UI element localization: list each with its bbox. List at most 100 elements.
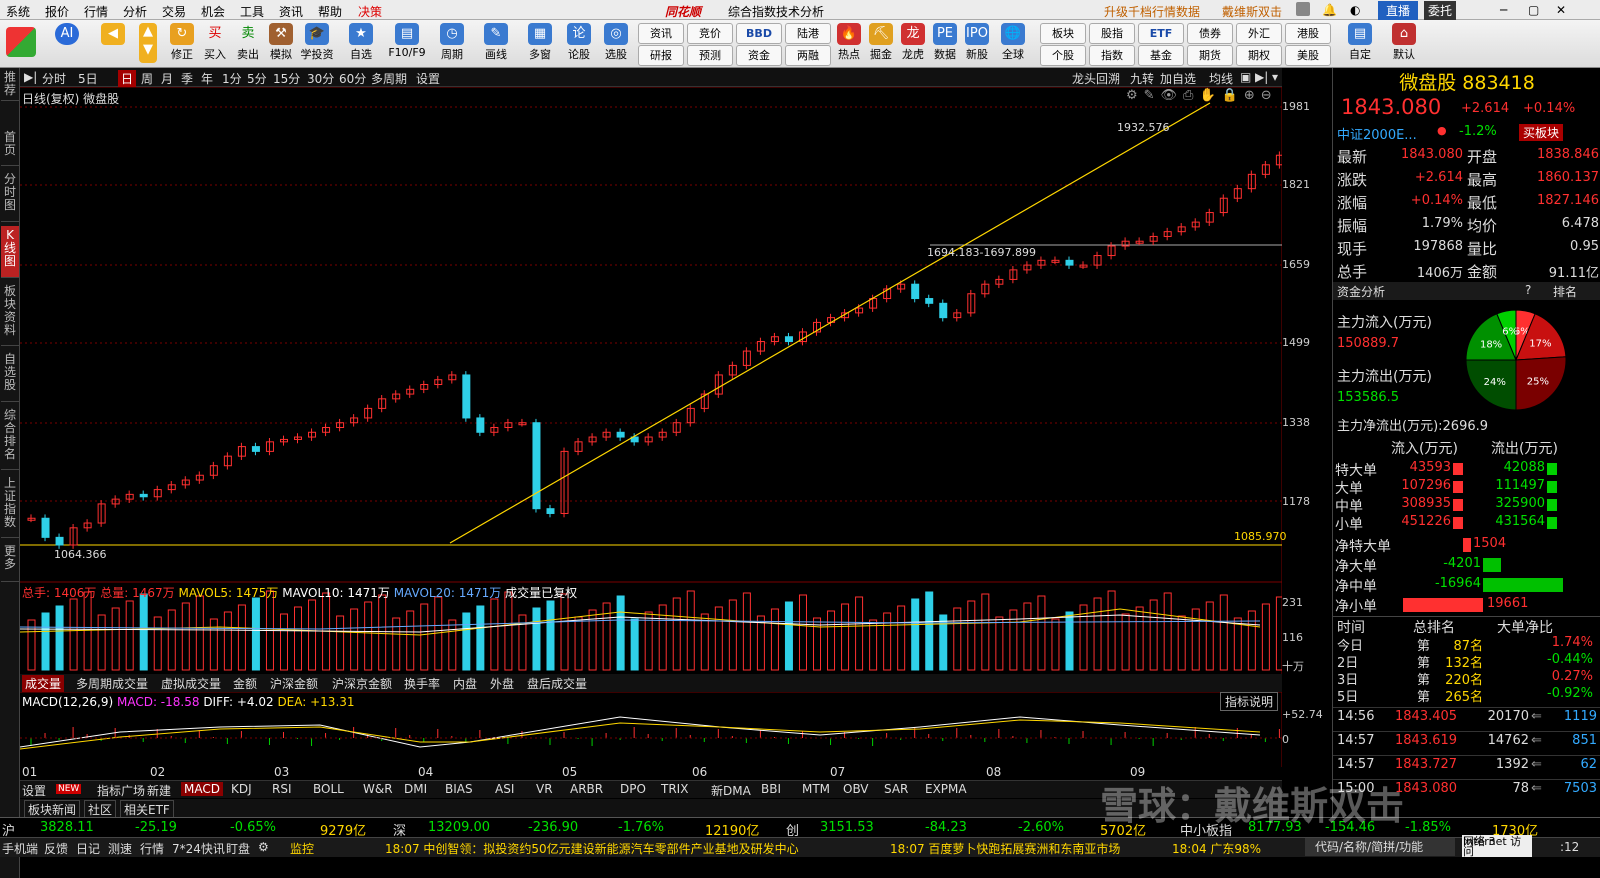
ind-tab-3[interactable]: 新建 <box>147 782 171 799</box>
close-icon[interactable]: ✕ <box>1556 3 1566 17</box>
period-settings[interactable]: 设置 <box>416 70 440 87</box>
menu-market[interactable]: 行情 <box>84 3 108 20</box>
ind-tab-14[interactable]: DPO <box>620 782 646 796</box>
market-link[interactable]: 行情 <box>140 840 164 857</box>
diary-link[interactable]: 日记 <box>76 840 100 857</box>
add-watch-button[interactable]: 加自选 <box>1160 70 1196 87</box>
kline-chart[interactable] <box>20 87 1282 767</box>
ind-tab-6[interactable]: RSI <box>272 782 292 796</box>
watchlist-button[interactable]: ★ 自选 <box>341 21 381 67</box>
stock-button[interactable]: 个股 <box>1040 45 1086 66</box>
period-week[interactable]: 周 <box>141 70 153 87</box>
minimize-icon[interactable]: ─ <box>1500 3 1507 17</box>
upgrade-link[interactable]: 升级千档行情数据 <box>1104 3 1200 20</box>
ind-tab-20[interactable]: SAR <box>884 782 908 796</box>
bbd-button[interactable]: BBD <box>736 23 782 44</box>
subtab-hsj-amount[interactable]: 沪深京金额 <box>332 675 392 692</box>
ind-tab-19[interactable]: OBV <box>843 782 869 796</box>
us-stock-button[interactable]: 美股 <box>1285 45 1331 66</box>
fund-help-icon[interactable]: ? <box>1525 283 1531 297</box>
period-button[interactable]: ◷ 周期 <box>432 21 472 67</box>
flash-news-link[interactable]: 7*24快讯 <box>172 840 225 857</box>
subtab-outer[interactable]: 外盘 <box>490 675 514 692</box>
hk-connect-button[interactable]: 陆港 <box>785 23 831 44</box>
ind-tab-15[interactable]: TRIX <box>661 782 688 796</box>
indicator-help-button[interactable]: 指标说明 <box>1220 692 1279 711</box>
maximize-icon[interactable]: ▢ <box>1528 3 1539 17</box>
period-season[interactable]: 季 <box>181 70 193 87</box>
ai-icon[interactable]: AI <box>50 21 84 67</box>
back-icon[interactable]: ◀ <box>96 21 130 67</box>
learn-button[interactable]: 🎓 学投资 <box>297 21 337 67</box>
fund-rank-link[interactable]: 排名 <box>1553 283 1577 300</box>
f10-button[interactable]: ▤ F10/F9 <box>385 21 429 67</box>
up-down-icon[interactable]: ▲ ▼ <box>137 21 159 67</box>
margin-button[interactable]: 两融 <box>785 45 831 66</box>
buy-sector-button[interactable]: 买板块 <box>1519 124 1564 141</box>
index-button[interactable]: 指数 <box>1089 45 1135 66</box>
tab-home[interactable]: 首页 <box>1 128 19 166</box>
draw-button[interactable]: ✎ 画线 <box>476 21 516 67</box>
watch-link[interactable]: 盯盘 <box>226 840 250 857</box>
tab-recommend[interactable]: 推荐 <box>1 68 19 101</box>
stock-picker-button[interactable]: ◎ 选股 <box>596 21 636 67</box>
search-input[interactable]: 代码/名称/简拼/功能 <box>1305 838 1455 856</box>
period-day[interactable]: 日 <box>118 70 137 87</box>
index-futures-button[interactable]: 股指 <box>1089 23 1135 44</box>
user-name[interactable]: 戴维斯双击 <box>1222 3 1282 20</box>
multiwindow-button[interactable]: ▦ 多窗 <box>520 21 560 67</box>
window-icon[interactable]: ▣ <box>1240 70 1251 84</box>
hotspot-button[interactable]: 🔥 热点 <box>832 21 866 67</box>
nav-end-icon[interactable]: ▶| <box>1255 70 1268 84</box>
news-item-2[interactable]: 18:07 百度萝卜快跑拓展赛洲和东南亚市场 <box>890 840 1120 857</box>
bell-icon[interactable]: 🔔 <box>1322 3 1337 17</box>
subtab-turnover[interactable]: 换手率 <box>404 675 440 692</box>
buy-button[interactable]: 买买入 <box>198 21 232 67</box>
ind-tab-0[interactable]: 设置 <box>22 782 46 799</box>
play-icon[interactable]: ▶| <box>24 70 37 84</box>
ind-tab-1[interactable]: NEW <box>56 784 82 794</box>
ind-tab-7[interactable]: BOLL <box>313 782 344 796</box>
period-60min[interactable]: 60分 <box>339 70 366 87</box>
capital-button[interactable]: 资金 <box>736 45 782 66</box>
ind-tab-8[interactable]: W&R <box>363 782 393 796</box>
ind-tab-13[interactable]: ARBR <box>570 782 603 796</box>
bond-button[interactable]: 债券 <box>1187 23 1233 44</box>
ipo-button[interactable]: IPO 新股 <box>960 21 994 67</box>
tab-watchlist[interactable]: 自选股 <box>1 350 19 402</box>
news-button[interactable]: 资讯 <box>638 23 684 44</box>
simulate-button[interactable]: ⚒ 模拟 <box>264 21 298 67</box>
entrust-button[interactable]: 委托 <box>1424 1 1457 20</box>
tab-sh-index[interactable]: 上证指数 <box>1 474 19 538</box>
ind-tab-21[interactable]: EXPMA <box>925 782 967 796</box>
period-timeshare[interactable]: 分时 <box>42 70 66 87</box>
fund-button[interactable]: 基金 <box>1138 45 1184 66</box>
menu-news[interactable]: 资讯 <box>279 3 303 20</box>
forecast-button[interactable]: 预测 <box>687 45 733 66</box>
hk-stock-button[interactable]: 港股 <box>1285 23 1331 44</box>
chart-tools[interactable]: ⚙✎👁⎙✋🔒⊕⊖ <box>1126 88 1278 103</box>
tab-more[interactable]: 更多 <box>1 542 19 582</box>
sell-button[interactable]: 卖卖出 <box>231 21 265 67</box>
fix-button[interactable]: ↻ 修正 <box>165 21 199 67</box>
auction-button[interactable]: 竞价 <box>687 23 733 44</box>
forex-button[interactable]: 外汇 <box>1236 23 1282 44</box>
period-30min[interactable]: 30分 <box>307 70 334 87</box>
subtab-inner[interactable]: 内盘 <box>453 675 477 692</box>
subtab-amount[interactable]: 金额 <box>233 675 257 692</box>
dragon-button[interactable]: 龙龙虎 <box>896 21 930 67</box>
tab-timeshare[interactable]: 分时图 <box>1 170 19 222</box>
menu-tools[interactable]: 工具 <box>240 3 264 20</box>
mail-icon[interactable] <box>1296 2 1310 16</box>
research-button[interactable]: 研报 <box>638 45 684 66</box>
ind-tab-10[interactable]: BIAS <box>445 782 473 796</box>
tab-sector-info[interactable]: 板块资料 <box>1 282 19 346</box>
live-button[interactable]: 直播 <box>1378 1 1419 20</box>
menu-analysis[interactable]: 分析 <box>123 3 147 20</box>
nine-turn-button[interactable]: 九转 <box>1130 70 1154 87</box>
skin-icon[interactable]: ◐ <box>1350 3 1360 17</box>
menu-help[interactable]: 帮助 <box>318 3 342 20</box>
tab-kline[interactable]: K线图 <box>1 226 19 278</box>
dig-button[interactable]: ⛏ 掘金 <box>864 21 898 67</box>
tab-ranking[interactable]: 综合排名 <box>1 406 19 470</box>
